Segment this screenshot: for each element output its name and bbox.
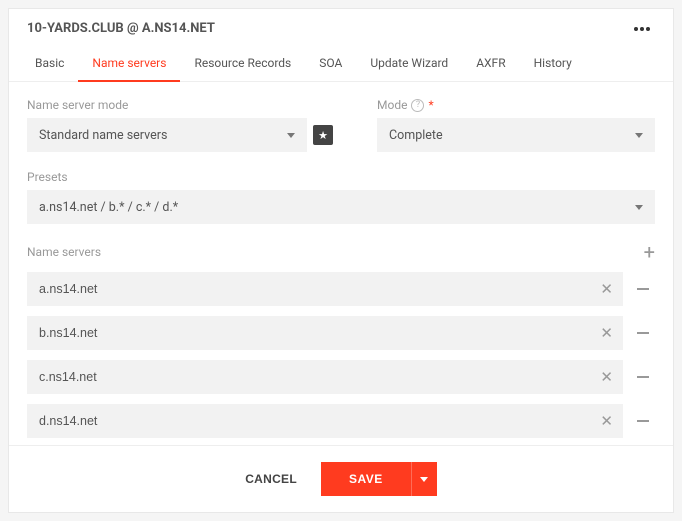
mode-select[interactable]: Complete bbox=[377, 118, 655, 152]
mode-label: Mode ? * bbox=[377, 98, 655, 112]
add-name-server-button[interactable]: + bbox=[644, 242, 655, 262]
name-server-row: ✕ bbox=[27, 316, 655, 350]
more-options-button[interactable] bbox=[629, 22, 655, 35]
name-server-input[interactable] bbox=[39, 370, 600, 384]
main-panel: 10-YARDS.CLUB @ A.NS14.NET Basic Name se… bbox=[8, 8, 674, 513]
favorite-button[interactable]: ★ bbox=[313, 125, 333, 145]
name-server-row: ✕ bbox=[27, 404, 655, 438]
chevron-down-icon bbox=[635, 205, 643, 210]
tab-name-servers[interactable]: Name servers bbox=[78, 46, 180, 82]
cancel-button[interactable]: CANCEL bbox=[245, 472, 297, 486]
tab-soa[interactable]: SOA bbox=[305, 46, 356, 82]
clear-icon[interactable]: ✕ bbox=[600, 282, 613, 297]
name-server-row: ✕ bbox=[27, 360, 655, 394]
clear-icon[interactable]: ✕ bbox=[600, 414, 613, 429]
tab-basic[interactable]: Basic bbox=[27, 46, 78, 82]
name-server-mode-value: Standard name servers bbox=[39, 128, 167, 143]
save-dropdown-button[interactable] bbox=[411, 462, 437, 496]
mode-value: Complete bbox=[389, 128, 443, 143]
chevron-down-icon bbox=[287, 133, 295, 138]
help-icon[interactable]: ? bbox=[411, 99, 424, 112]
required-indicator: * bbox=[428, 98, 433, 112]
tab-resource-records[interactable]: Resource Records bbox=[180, 46, 305, 82]
name-server-input[interactable] bbox=[39, 326, 600, 340]
star-icon: ★ bbox=[318, 130, 328, 141]
save-button[interactable]: SAVE bbox=[321, 462, 411, 496]
mode-label-text: Mode bbox=[377, 98, 407, 112]
presets-value: a.ns14.net / b.* / c.* / d.* bbox=[39, 200, 178, 215]
tab-axfr[interactable]: AXFR bbox=[462, 46, 519, 82]
presets-label: Presets bbox=[27, 170, 655, 184]
content-area: Name server mode Standard name servers ★… bbox=[9, 82, 673, 445]
chevron-down-icon bbox=[420, 477, 428, 482]
name-server-mode-select[interactable]: Standard name servers bbox=[27, 118, 307, 152]
footer: CANCEL SAVE bbox=[9, 445, 673, 512]
clear-icon[interactable]: ✕ bbox=[600, 370, 613, 385]
chevron-down-icon bbox=[635, 133, 643, 138]
remove-name-server-button[interactable] bbox=[637, 420, 649, 422]
panel-header: 10-YARDS.CLUB @ A.NS14.NET bbox=[9, 9, 673, 46]
name-server-mode-label: Name server mode bbox=[27, 98, 333, 112]
name-servers-label: Name servers bbox=[27, 245, 101, 259]
remove-name-server-button[interactable] bbox=[637, 288, 649, 290]
page-title: 10-YARDS.CLUB @ A.NS14.NET bbox=[27, 21, 215, 36]
remove-name-server-button[interactable] bbox=[637, 332, 649, 334]
remove-name-server-button[interactable] bbox=[637, 376, 649, 378]
name-server-input[interactable] bbox=[39, 414, 600, 428]
name-server-input[interactable] bbox=[39, 282, 600, 296]
clear-icon[interactable]: ✕ bbox=[600, 326, 613, 341]
tab-history[interactable]: History bbox=[520, 46, 586, 82]
presets-select[interactable]: a.ns14.net / b.* / c.* / d.* bbox=[27, 190, 655, 224]
tab-bar: Basic Name servers Resource Records SOA … bbox=[9, 46, 673, 82]
name-server-row: ✕ bbox=[27, 272, 655, 306]
tab-update-wizard[interactable]: Update Wizard bbox=[356, 46, 462, 82]
